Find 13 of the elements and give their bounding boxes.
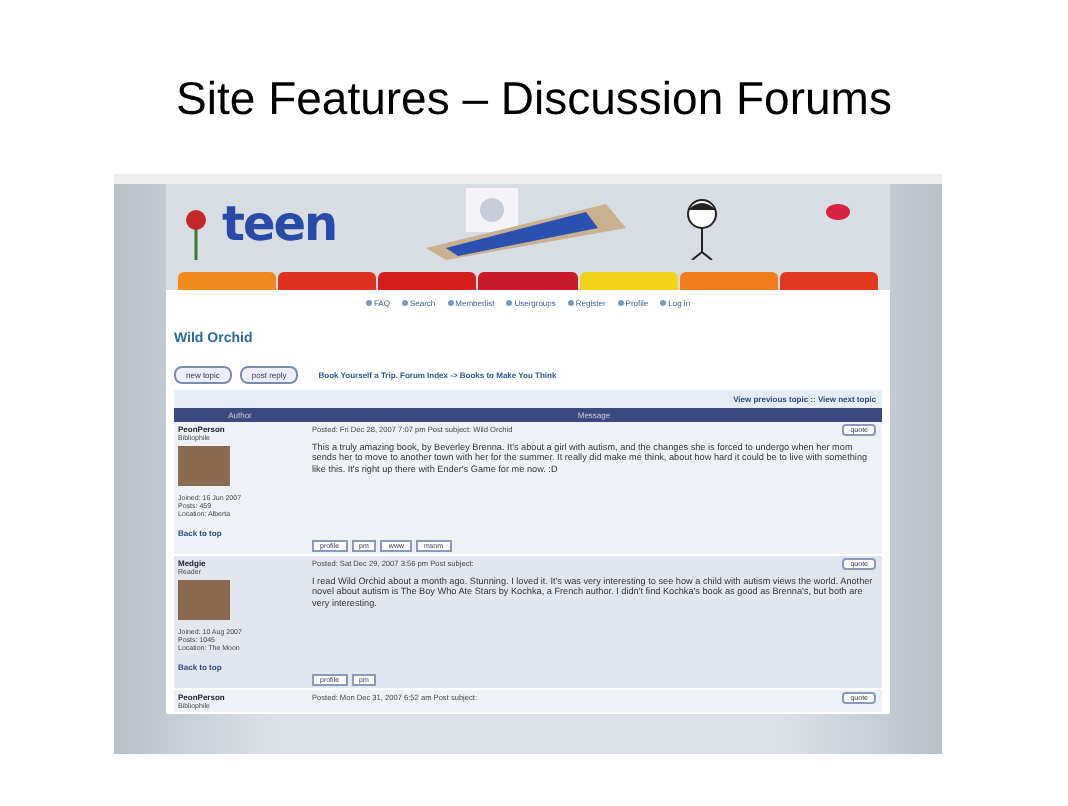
site-logo: teen xyxy=(222,196,337,252)
slide-title: Site Features – Discussion Forums xyxy=(176,72,892,126)
nav-tab[interactable] xyxy=(478,272,578,290)
avatar-placeholder xyxy=(178,580,230,620)
flower-drawing xyxy=(182,208,210,260)
nav-tab[interactable] xyxy=(278,272,377,290)
nav-tab[interactable] xyxy=(679,272,778,290)
nav-tab[interactable] xyxy=(779,272,878,290)
cartoon-figure-drawing xyxy=(682,196,722,260)
nav-tab[interactable] xyxy=(178,272,277,290)
nav-tab[interactable] xyxy=(579,272,678,290)
avatar-placeholder xyxy=(178,446,230,486)
nav-tab[interactable] xyxy=(378,272,477,290)
